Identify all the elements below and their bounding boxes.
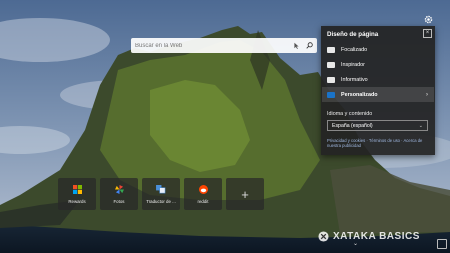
layout-option-inspirador[interactable]: Inspirador xyxy=(322,57,434,72)
layout-custom-pencil-icon xyxy=(327,91,335,98)
layout-option-label: Informativo xyxy=(341,76,368,83)
close-icon[interactable]: × xyxy=(423,29,432,38)
add-quick-link-button[interactable]: + xyxy=(226,178,264,210)
plus-icon: + xyxy=(241,186,249,202)
chevron-down-icon: ⌄ xyxy=(418,122,423,129)
reddit-icon xyxy=(198,185,208,195)
layout-option-label: Personalizado xyxy=(341,91,378,98)
quick-link-label: Traductor de ... xyxy=(146,198,176,204)
translator-icon xyxy=(156,185,166,195)
fullscreen-icon[interactable] xyxy=(437,239,447,249)
page-layout-panel: Diseño de página × Focalizado Inspirador… xyxy=(321,26,435,155)
layout-focused-icon xyxy=(327,46,335,53)
layout-option-focalizado[interactable]: Focalizado xyxy=(322,42,434,57)
layout-option-personalizado[interactable]: Personalizado › xyxy=(322,87,434,102)
quick-link-fotos[interactable]: Fotos xyxy=(100,178,138,210)
layout-option-label: Inspirador xyxy=(341,61,365,68)
quick-link-rewards[interactable]: Rewards xyxy=(58,178,96,210)
layout-inspirational-icon xyxy=(327,61,335,68)
chevron-right-icon: › xyxy=(426,91,428,98)
watermark: XATAKA BASICS xyxy=(318,231,420,242)
photos-pinwheel-icon xyxy=(114,185,124,195)
settings-gear-icon[interactable] xyxy=(423,12,434,24)
chevron-down-icon[interactable]: ⌄ xyxy=(353,240,358,247)
quick-link-label: Rewards xyxy=(68,198,86,204)
quick-link-label: reddit xyxy=(197,198,209,204)
panel-footer-links[interactable]: Privacidad y cookies · Términos de uso ·… xyxy=(327,138,431,148)
layout-informational-icon xyxy=(327,76,335,83)
search-icon[interactable] xyxy=(304,41,314,51)
layout-option-label: Focalizado xyxy=(341,46,368,53)
search-box[interactable] xyxy=(131,38,317,53)
panel-title: Diseño de página xyxy=(327,31,379,38)
cursor-icon[interactable] xyxy=(291,41,301,51)
watermark-text: XATAKA BASICS xyxy=(333,231,420,242)
quick-link-label: Fotos xyxy=(113,198,125,204)
language-select[interactable]: España (español) ⌄ xyxy=(327,120,428,131)
language-value: España (español) xyxy=(332,122,373,129)
language-label: Idioma y contenido xyxy=(327,111,373,117)
windows-logo-icon xyxy=(72,185,82,195)
search-input[interactable] xyxy=(131,38,291,53)
quick-link-traductor[interactable]: Traductor de ... xyxy=(142,178,180,210)
quick-link-reddit[interactable]: reddit xyxy=(184,178,222,210)
quick-links: Rewards Fotos Traductor de ... reddit + xyxy=(58,178,264,210)
xataka-logo-icon xyxy=(318,231,329,242)
layout-option-informativo[interactable]: Informativo xyxy=(322,72,434,87)
